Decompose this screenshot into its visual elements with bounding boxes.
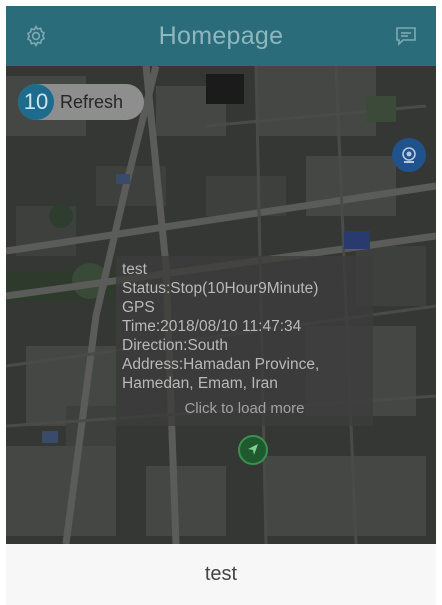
camera-icon[interactable] xyxy=(392,138,426,172)
vehicle-status: Status:Stop(10Hour9Minute) xyxy=(122,280,319,297)
device-footer[interactable]: test xyxy=(6,544,436,605)
load-more-link[interactable]: Click to load more xyxy=(116,399,373,418)
vehicle-name: test xyxy=(122,261,147,278)
location-source: GPS xyxy=(122,299,155,316)
app-screen: Homepage 10 Refresh test Status:Stop(10H… xyxy=(6,6,436,605)
gear-icon[interactable] xyxy=(24,24,48,48)
chat-icon[interactable] xyxy=(394,24,418,48)
refresh-countdown: 10 xyxy=(18,84,54,120)
vehicle-address: Address:Hamadan Province, Hamedan, Emam,… xyxy=(122,356,320,392)
map-view[interactable]: 10 Refresh test Status:Stop(10Hour9Minut… xyxy=(6,66,436,544)
page-title: Homepage xyxy=(158,21,284,50)
vehicle-info-popup[interactable]: test Status:Stop(10Hour9Minute) GPS Time… xyxy=(116,256,373,426)
vehicle-direction: Direction:South xyxy=(122,337,228,354)
navigation-arrow-icon[interactable] xyxy=(238,435,268,465)
refresh-label: Refresh xyxy=(60,91,124,112)
app-header: Homepage xyxy=(6,6,436,66)
vehicle-time: Time:2018/08/10 11:47:34 xyxy=(122,318,302,335)
refresh-button[interactable]: 10 Refresh xyxy=(18,84,144,120)
device-name: test xyxy=(204,563,238,585)
